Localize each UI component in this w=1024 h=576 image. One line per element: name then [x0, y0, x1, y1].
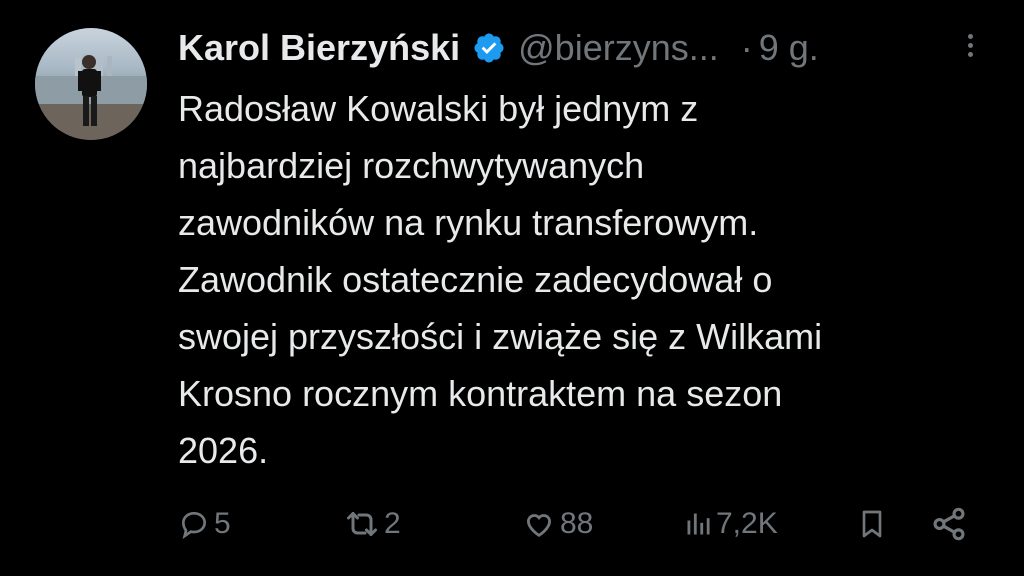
repost-icon [344, 506, 380, 542]
like-icon [522, 507, 556, 541]
views-icon [684, 508, 712, 540]
bookmark-button[interactable] [856, 494, 888, 554]
reply-count: 5 [214, 507, 231, 540]
views-button[interactable]: 7,2K [684, 494, 778, 554]
more-icon[interactable] [960, 30, 980, 70]
separator-dot: · [740, 27, 753, 68]
repost-button[interactable]: 2 [344, 494, 401, 554]
avatar[interactable] [35, 28, 147, 140]
tweet-text: Radosław Kowalski był jednym z najbardzi… [178, 88, 823, 471]
verified-badge-icon[interactable] [472, 31, 506, 65]
reply-button[interactable]: 5 [178, 494, 231, 554]
bookmark-icon [856, 505, 888, 543]
share-icon [930, 505, 968, 543]
like-button[interactable]: 88 [522, 494, 593, 554]
tweet-header: Karol Bierzyński @bierzyns... · 9 g. [178, 22, 819, 74]
tweet[interactable]: Karol Bierzyński @bierzyns... · 9 g. Rad… [0, 0, 1024, 576]
author-name[interactable]: Karol Bierzyński [178, 27, 460, 69]
timestamp[interactable]: 9 g. [759, 27, 819, 69]
author-handle[interactable]: @bierzyns... [518, 27, 719, 69]
action-bar: 5 2 88 7,2K [0, 494, 1024, 554]
views-count: 7,2K [716, 507, 778, 540]
share-button[interactable] [930, 494, 968, 554]
repost-count: 2 [384, 507, 401, 540]
reply-icon [178, 508, 210, 540]
like-count: 88 [560, 507, 594, 540]
